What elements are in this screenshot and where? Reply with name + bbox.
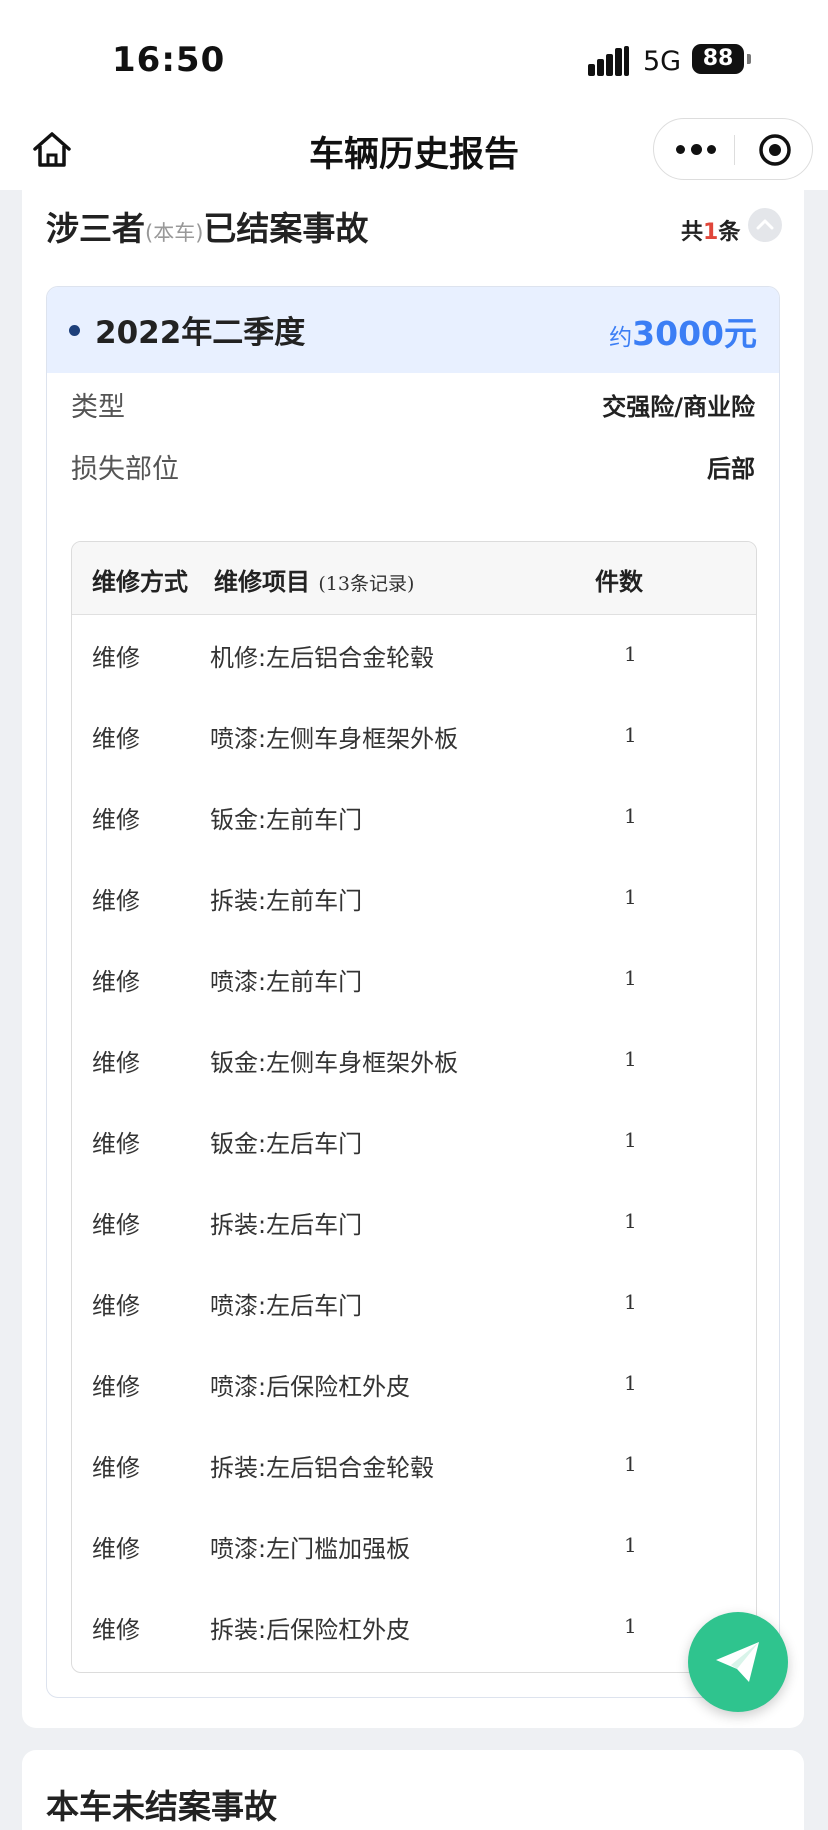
row-qty: 1: [624, 642, 637, 666]
count-suffix: 条: [718, 220, 741, 245]
row-item: 喷漆:后保险杠外皮: [210, 1373, 411, 1401]
row-qty: 1: [624, 1452, 637, 1476]
amount-value: 3000元: [632, 314, 757, 353]
share-button[interactable]: [688, 1612, 788, 1712]
row-method: 维修: [92, 1373, 140, 1401]
amount-prefix: 约: [609, 325, 633, 351]
table-row: 维修 机修:左后铝合金轮毂 1: [72, 614, 756, 695]
table-header: 维修方式 维修项目 (13条记录) 件数: [72, 542, 756, 615]
type-label: 类型: [71, 392, 125, 423]
row-item: 拆装:左后铝合金轮毂: [210, 1454, 435, 1482]
row-qty: 1: [624, 1047, 637, 1071]
miniprogram-capsule: [653, 118, 813, 180]
table-row: 维修 拆装:左后铝合金轮毂 1: [72, 1424, 756, 1505]
status-bar: 16:50 5G 88: [0, 0, 828, 110]
status-time: 16:50: [112, 40, 226, 80]
header-item-note: (13条记录): [318, 573, 415, 595]
row-item: 拆装:后保险杠外皮: [210, 1616, 411, 1644]
bullet-dot: [69, 325, 80, 336]
section-title-main: 涉三者: [46, 209, 145, 248]
row-method: 维修: [92, 1130, 140, 1158]
row-item: 喷漆:左侧车身框架外板: [210, 725, 459, 753]
row-item: 钣金:左侧车身框架外板: [210, 1049, 459, 1077]
header-method: 维修方式: [92, 568, 188, 596]
row-method: 维修: [92, 1211, 140, 1239]
table-row: 维修 钣金:左前车门 1: [72, 776, 756, 857]
count-prefix: 共: [681, 220, 704, 245]
row-item: 钣金:左后车门: [210, 1130, 363, 1158]
network-type: 5G: [643, 46, 682, 77]
count-number: 1: [703, 220, 719, 245]
unsettled-card: 本车未结案事故: [22, 1750, 804, 1830]
row-qty: 1: [624, 1290, 637, 1314]
table-row: 维修 钣金:左侧车身框架外板 1: [72, 1019, 756, 1100]
section-title-note: (本车): [145, 221, 204, 245]
row-method: 维修: [92, 644, 140, 672]
target-icon[interactable]: [758, 133, 792, 167]
row-item: 喷漆:左后车门: [210, 1292, 363, 1320]
battery-icon: 88: [692, 44, 751, 74]
row-item: 机修:左后铝合金轮毂: [210, 644, 435, 672]
row-method: 维修: [92, 806, 140, 834]
row-qty: 1: [624, 1533, 637, 1557]
capsule-divider: [734, 135, 735, 165]
row-qty: 1: [624, 966, 637, 990]
loss-part-label: 损失部位: [71, 454, 179, 485]
table-row: 维修 喷漆:左后车门 1: [72, 1262, 756, 1343]
table-row: 维修 喷漆:后保险杠外皮 1: [72, 1343, 756, 1424]
claim-amount: 约3000元: [609, 307, 757, 355]
next-section-title: 本车未结案事故: [46, 1787, 277, 1826]
row-method: 维修: [92, 725, 140, 753]
row-method: 维修: [92, 1049, 140, 1077]
signal-icon: [588, 46, 630, 76]
loss-part-value: 后部: [707, 455, 755, 483]
record-count: 共1条: [681, 214, 740, 246]
row-qty: 1: [624, 723, 637, 747]
row-qty: 1: [624, 804, 637, 828]
type-value: 交强险/商业险: [602, 393, 755, 421]
table-row: 维修 钣金:左后车门 1: [72, 1100, 756, 1181]
chevron-up-icon: [756, 219, 774, 230]
collapse-button[interactable]: [748, 208, 782, 242]
row-method: 维修: [92, 1535, 140, 1563]
row-qty: 1: [624, 1209, 637, 1233]
row-qty: 1: [624, 1371, 637, 1395]
row-item: 钣金:左前车门: [210, 806, 363, 834]
section-title: 涉三者(本车)已结案事故: [46, 202, 368, 250]
table-row: 维修 拆装:后保险杠外皮 1: [72, 1586, 756, 1667]
repair-table: 维修方式 维修项目 (13条记录) 件数 维修 机修:左后铝合金轮毂 1 维修 喷漆:左…: [71, 541, 757, 1673]
more-icon[interactable]: [676, 139, 716, 161]
header-item-label: 维修项目: [214, 568, 310, 596]
claim-panel: 2022年二季度 约3000元 类型 交强险/商业险 损失部位 后部 维修方式 …: [46, 286, 780, 1698]
row-qty: 1: [624, 885, 637, 909]
table-row: 维修 喷漆:左侧车身框架外板 1: [72, 695, 756, 776]
row-item: 拆装:左前车门: [210, 887, 363, 915]
table-row: 维修 喷漆:左门槛加强板 1: [72, 1505, 756, 1586]
send-icon: [716, 1642, 759, 1682]
row-qty: 1: [624, 1128, 637, 1152]
accident-card: 涉三者(本车)已结案事故 共1条 2022年二季度 约3000元 类型 交强险/…: [22, 190, 804, 1728]
section-title-tail: 已结案事故: [203, 209, 369, 248]
row-method: 维修: [92, 968, 140, 996]
row-method: 维修: [92, 1454, 140, 1482]
row-item: 喷漆:左前车门: [210, 968, 363, 996]
claim-header: 2022年二季度 约3000元: [47, 287, 779, 373]
navbar: 车辆历史报告: [0, 110, 828, 190]
table-row: 维修 拆装:左前车门 1: [72, 857, 756, 938]
row-item: 拆装:左后车门: [210, 1211, 363, 1239]
header-qty: 件数: [595, 568, 643, 596]
table-row: 维修 拆装:左后车门 1: [72, 1181, 756, 1262]
row-method: 维修: [92, 1292, 140, 1320]
row-qty: 1: [624, 1614, 637, 1638]
row-method: 维修: [92, 1616, 140, 1644]
row-method: 维修: [92, 887, 140, 915]
claim-quarter: 2022年二季度: [95, 315, 306, 351]
header-item: 维修项目 (13条记录): [214, 562, 414, 597]
table-row: 维修 喷漆:左前车门 1: [72, 938, 756, 1019]
row-item: 喷漆:左门槛加强板: [210, 1535, 411, 1563]
